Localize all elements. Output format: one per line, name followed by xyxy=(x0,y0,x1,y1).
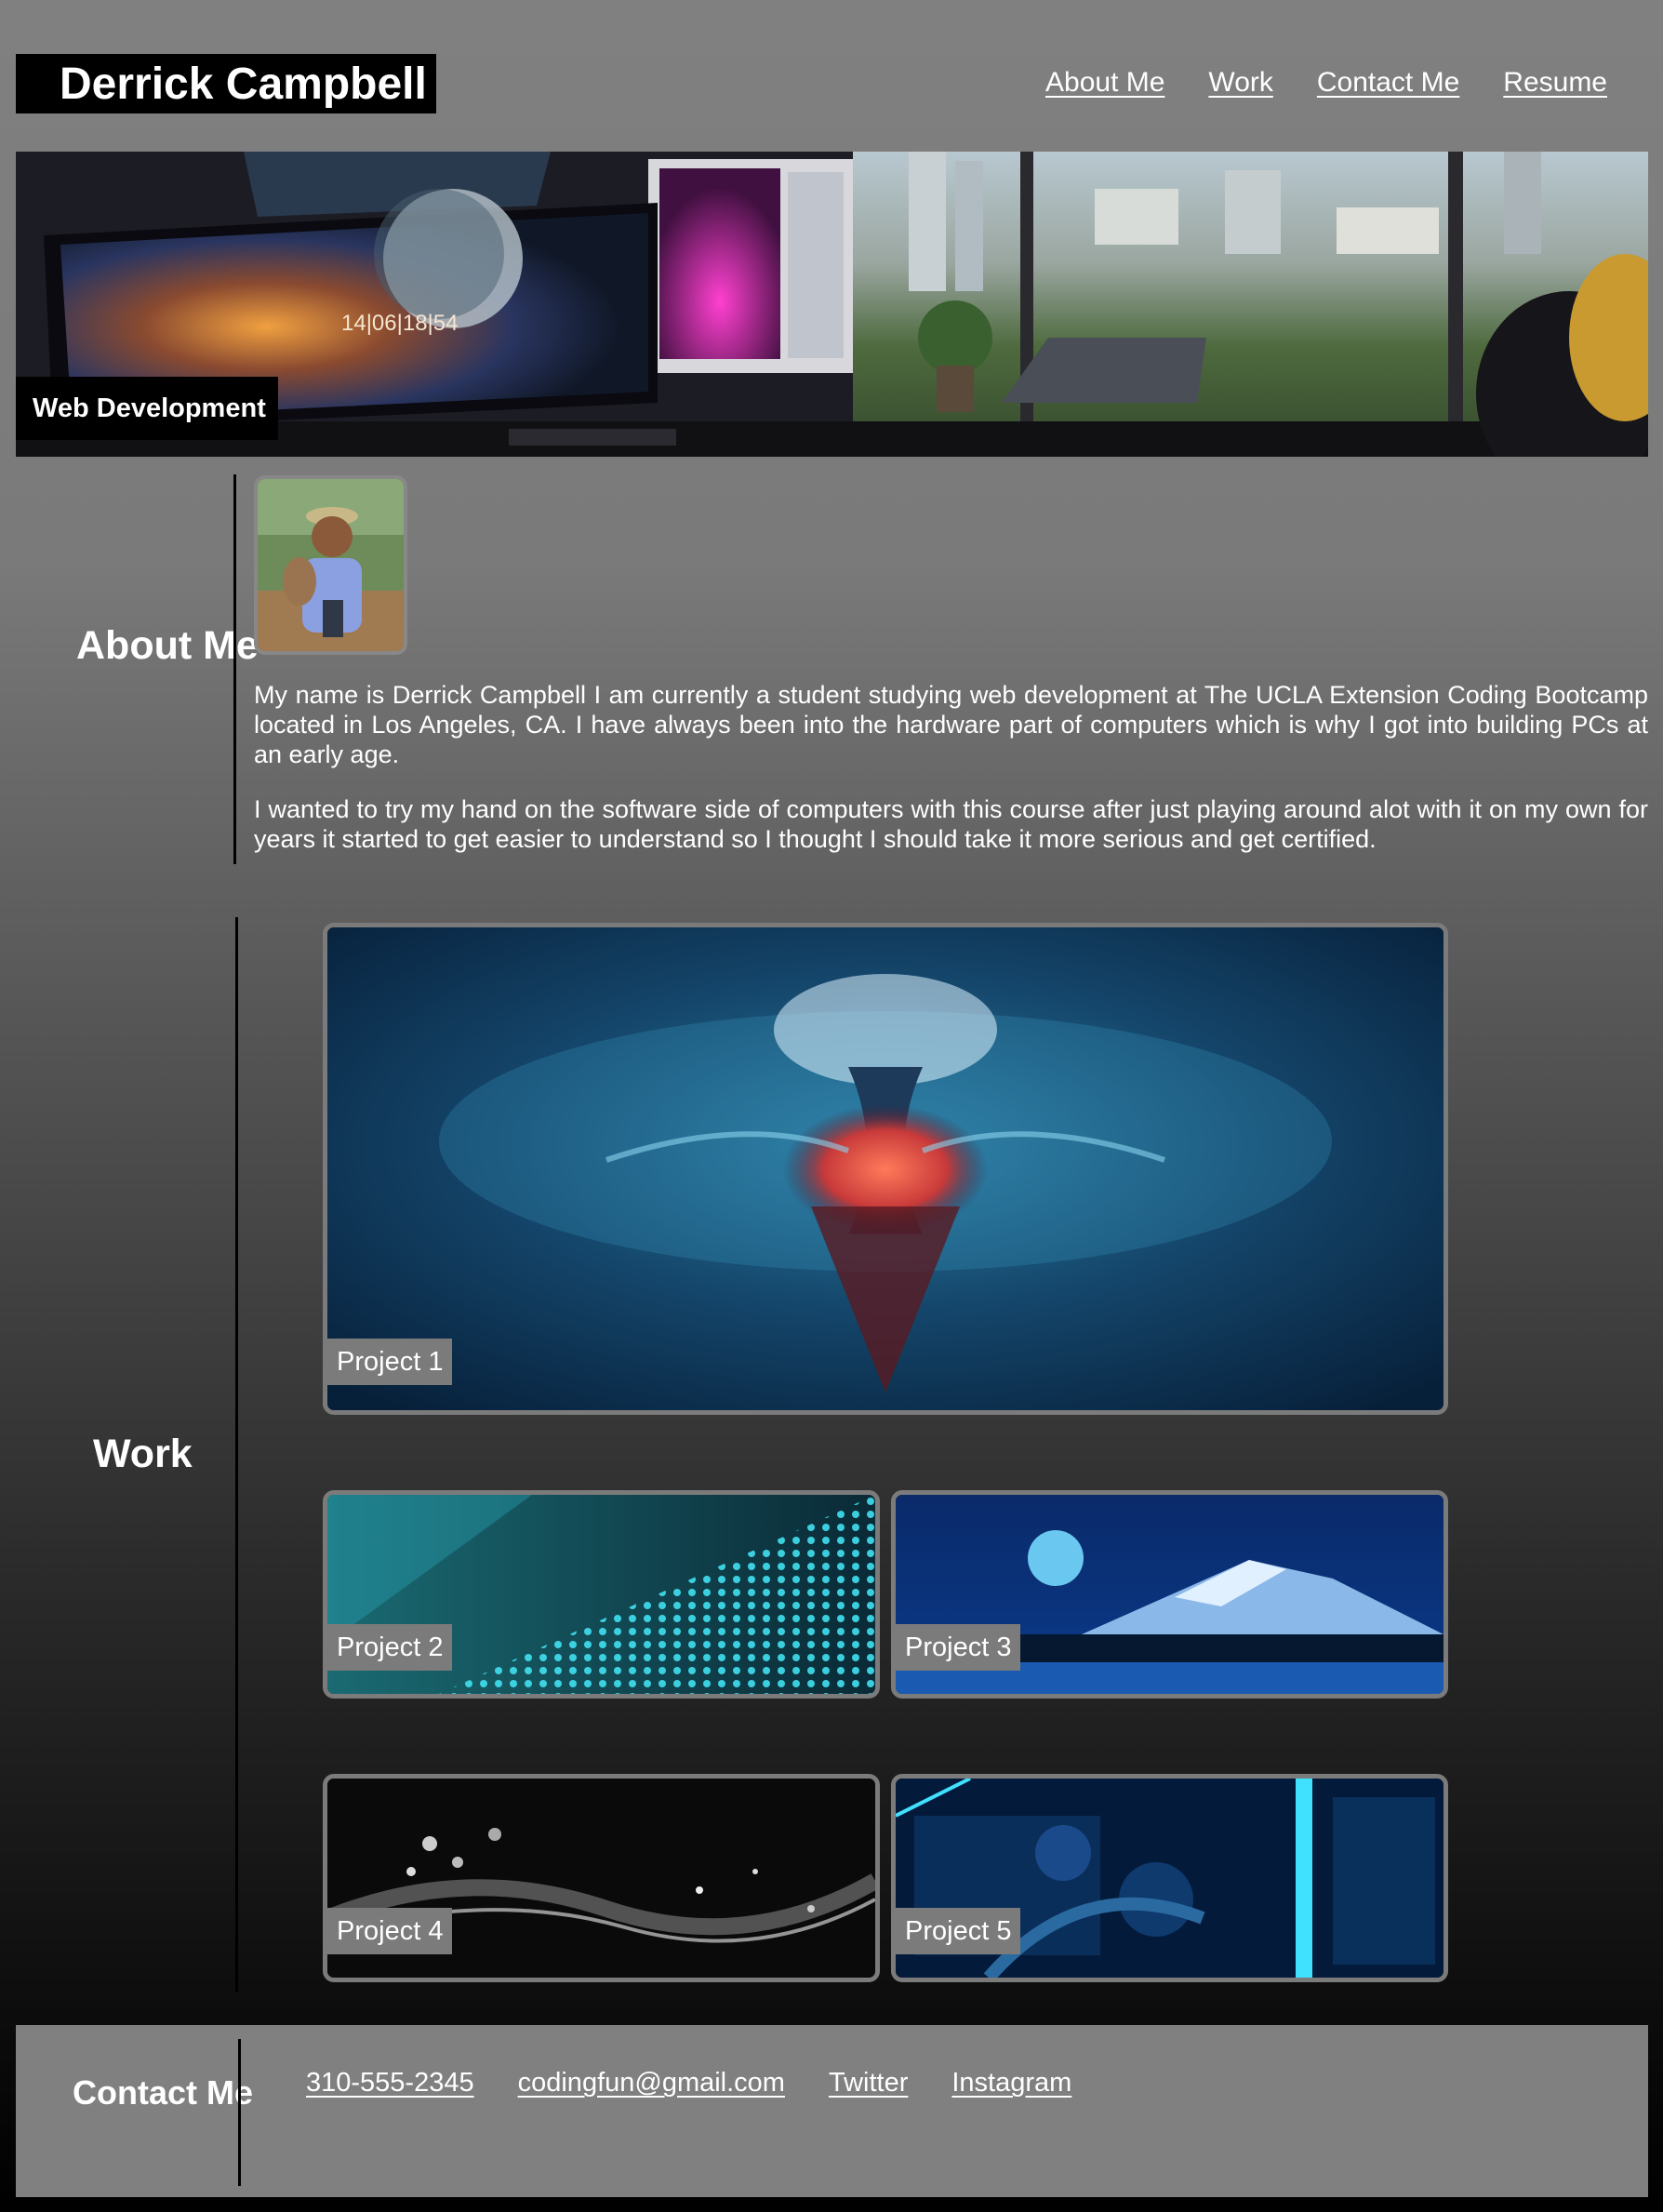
about-heading: About Me xyxy=(76,623,259,668)
project-card-2[interactable]: Project 2 xyxy=(323,1490,880,1699)
project-1-image xyxy=(327,927,1443,1410)
project-card-1[interactable]: Project 1 xyxy=(323,923,1448,1415)
project-2-label: Project 2 xyxy=(327,1624,453,1671)
contact-footer: Contact Me 310-555-2345 codingfun@gmail.… xyxy=(16,2025,1648,2197)
hero-label: Web Development xyxy=(16,377,278,440)
about-divider xyxy=(233,474,236,864)
work-heading: Work xyxy=(93,1432,193,1476)
email-link[interactable]: codingfun@gmail.com xyxy=(518,2068,785,2099)
project-3-label: Project 3 xyxy=(896,1624,1021,1671)
instagram-link[interactable]: Instagram xyxy=(951,2068,1071,2099)
contact-heading: Contact Me xyxy=(73,2073,254,2112)
about-paragraph-1: My name is Derrick Campbell I am current… xyxy=(254,681,1648,768)
phone-link[interactable]: 310-555-2345 xyxy=(306,2068,474,2099)
project-card-3[interactable]: Project 3 xyxy=(891,1490,1448,1699)
project-1-label: Project 1 xyxy=(327,1339,453,1385)
hero-clock-text: 14|06|18|54 xyxy=(341,311,458,336)
contact-divider xyxy=(238,2039,241,2186)
nav-work-link[interactable]: Work xyxy=(1208,67,1272,99)
hero-banner: 14|06|18|54 Web Development xyxy=(16,152,1648,457)
project-card-5[interactable]: Project 5 xyxy=(891,1774,1448,1982)
work-divider xyxy=(235,917,238,1992)
twitter-link[interactable]: Twitter xyxy=(829,2068,908,2099)
contact-links: 310-555-2345 codingfun@gmail.com Twitter… xyxy=(306,2068,1115,2099)
site-title: Derrick Campbell xyxy=(16,54,436,113)
about-text: My name is Derrick Campbell I am current… xyxy=(254,680,1648,879)
nav-resume-link[interactable]: Resume xyxy=(1503,67,1607,99)
about-paragraph-2: I wanted to try my hand on the software … xyxy=(254,795,1648,853)
nav-about-link[interactable]: About Me xyxy=(1045,67,1164,99)
project-card-4[interactable]: Project 4 xyxy=(323,1774,880,1982)
project-5-label: Project 5 xyxy=(896,1908,1021,1954)
avatar xyxy=(254,475,407,655)
nav-contact-link[interactable]: Contact Me xyxy=(1317,67,1459,99)
project-4-label: Project 4 xyxy=(327,1908,453,1954)
main-nav: About Me Work Contact Me Resume xyxy=(1045,67,1651,99)
